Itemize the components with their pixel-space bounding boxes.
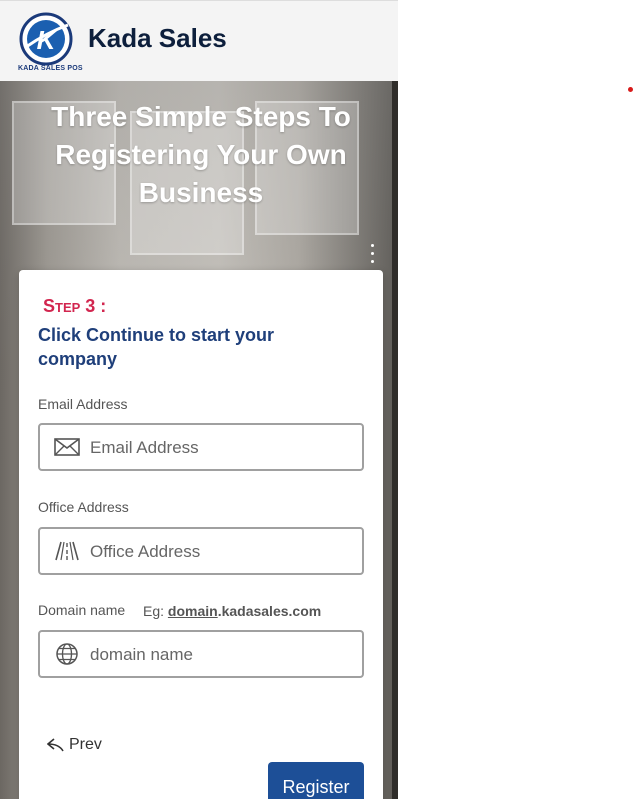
brand-name: Kada Sales [88, 23, 227, 53]
header: K KADA SALES POS Kada Sales [0, 0, 398, 81]
domain-hint-suffix: .kadasales.com [217, 603, 322, 619]
office-field[interactable] [38, 527, 364, 575]
domain-input[interactable] [88, 632, 352, 678]
logo-mark-icon: K [19, 12, 73, 66]
svg-text:K: K [37, 25, 58, 55]
register-button[interactable]: Register [268, 762, 364, 799]
step-subtitle: Click Continue to start your company [38, 325, 275, 369]
hero-title: Three Simple Steps To Registering Your O… [51, 101, 351, 208]
domain-label: Domain name [38, 602, 126, 618]
more-options-icon[interactable] [371, 244, 375, 268]
email-field[interactable] [38, 423, 364, 471]
road-icon [55, 541, 79, 561]
domain-hint-domain: domain [167, 603, 218, 619]
envelope-icon [54, 438, 80, 456]
email-label: Email Address [38, 396, 128, 412]
email-input[interactable] [88, 425, 352, 471]
domain-hint: Eg: domain.kadasales.com [143, 603, 321, 619]
logo-caption: KADA SALES POS [18, 65, 83, 72]
office-label: Office Address [38, 499, 129, 515]
background-edge [392, 81, 398, 799]
prev-button[interactable]: Prev [47, 736, 102, 754]
globe-icon [56, 643, 78, 665]
reply-arrow-icon [47, 738, 64, 752]
registration-card: Step 3 : Click Continue to start your co… [19, 270, 383, 799]
indicator-dot [628, 87, 633, 92]
domain-hint-prefix: Eg: [143, 603, 165, 619]
office-input[interactable] [88, 529, 352, 575]
app-frame: K KADA SALES POS Kada Sales Three Simple… [0, 0, 398, 799]
step-label: Step 3 : [43, 296, 107, 316]
domain-field[interactable] [38, 630, 364, 678]
prev-label: Prev [69, 736, 102, 753]
